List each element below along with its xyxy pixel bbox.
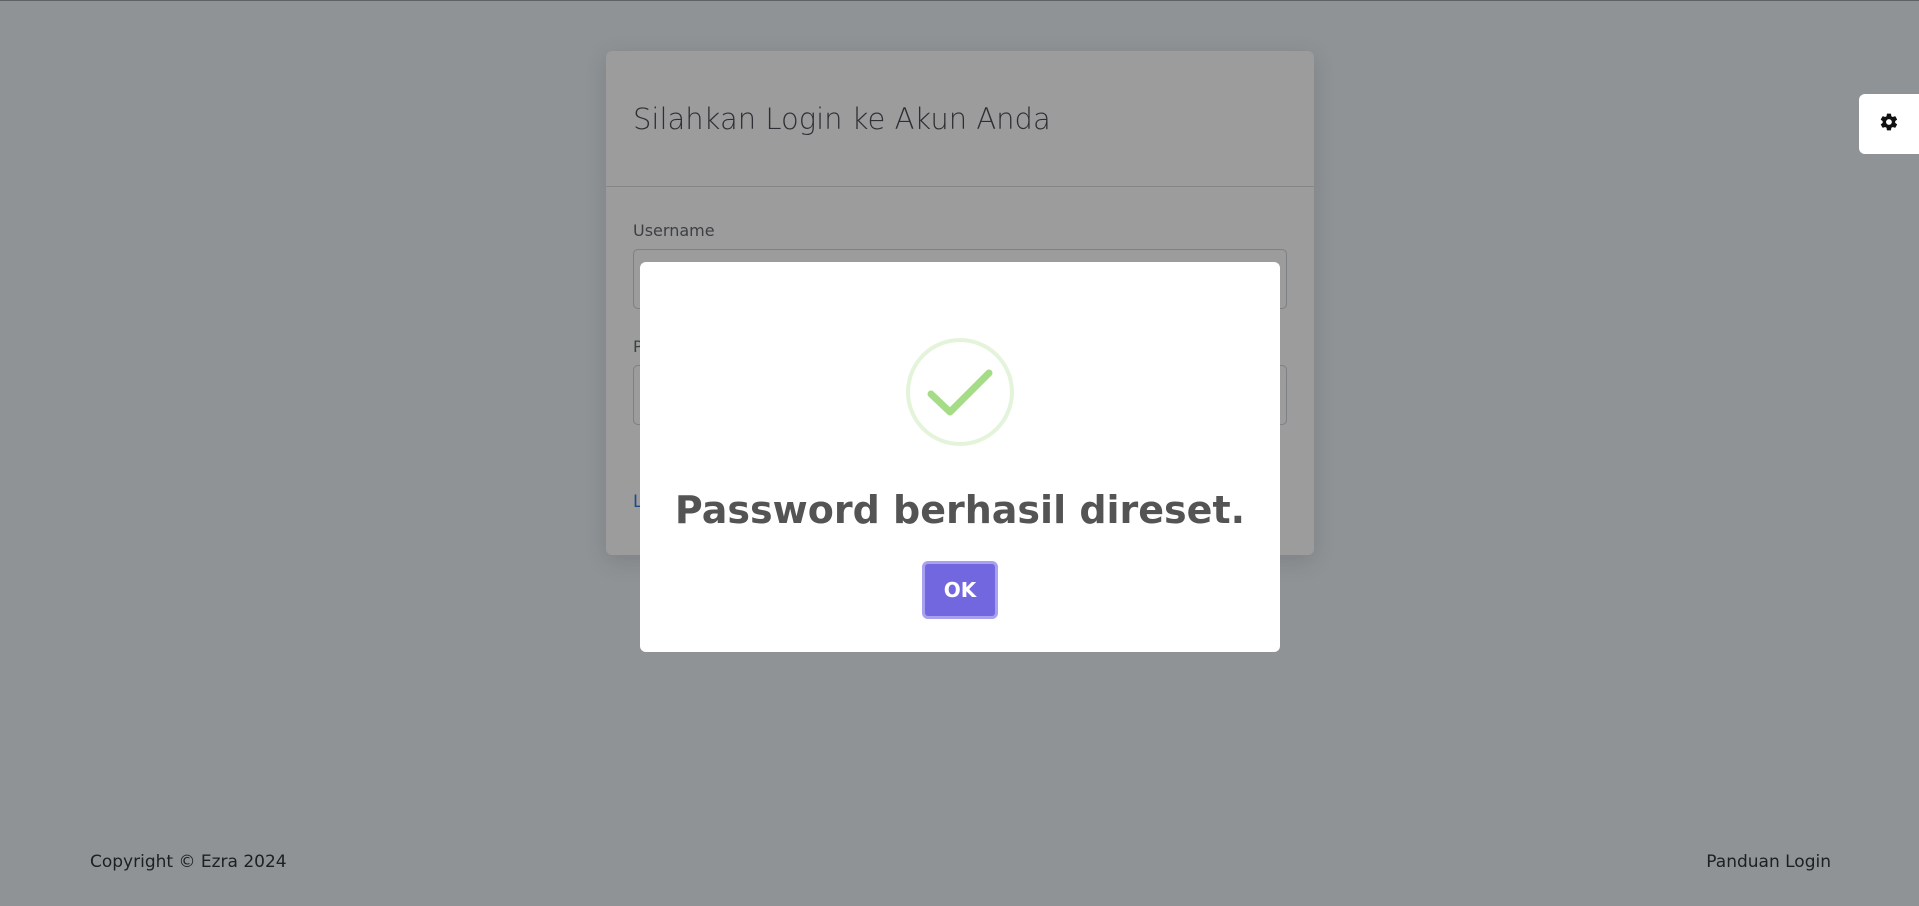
username-label: Username	[633, 221, 715, 240]
success-dialog: Password berhasil direset. OK	[640, 262, 1280, 652]
top-border	[0, 0, 1919, 1]
footer-guide-link[interactable]: Panduan Login	[1706, 852, 1831, 872]
login-card-header: Silahkan Login ke Akun Anda	[606, 51, 1314, 187]
login-title: Silahkan Login ke Akun Anda	[633, 101, 1051, 136]
success-check-icon	[905, 337, 1015, 447]
ok-button[interactable]: OK	[922, 561, 998, 619]
dialog-message: Password berhasil direset.	[674, 488, 1246, 532]
gear-icon	[1879, 112, 1899, 136]
settings-button[interactable]	[1859, 94, 1919, 154]
footer-copyright: Copyright © Ezra 2024	[90, 852, 287, 872]
